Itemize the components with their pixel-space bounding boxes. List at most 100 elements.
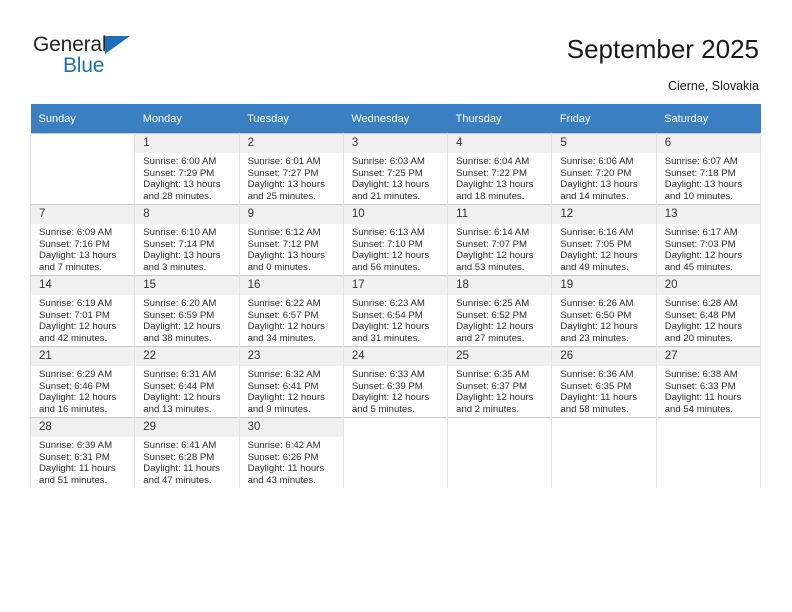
daylight-duration-line1: Daylight: 12 hours	[456, 392, 534, 404]
sunrise-time: Sunrise: 6:19 AM	[39, 298, 113, 309]
sunset-time: Sunset: 6:44 PM	[143, 380, 215, 392]
sunset-time: Sunset: 7:05 PM	[560, 238, 632, 250]
daylight-duration-line2: and 58 minutes.	[560, 403, 629, 415]
sunrise-time: Sunrise: 6:22 AM	[247, 298, 321, 309]
calendar-day-cell[interactable]: 7 Sunrise: 6:09 AM Sunset: 7:16 PM Daylight…	[29, 204, 136, 276]
calendar-day-cell[interactable]: 9 Sunrise: 6:12 AM Sunset: 7:12 PM Daylight…	[238, 204, 344, 276]
calendar-cell-inner: 18 Sunrise: 6:25 AM Sunset: 6:52 PM Dayligh…	[448, 276, 552, 346]
daylight-duration-line1: Daylight: 12 hours	[351, 392, 430, 404]
page-subtitle-location: Cierne, Slovakia	[667, 79, 759, 93]
calendar-day-cell[interactable]: 6 Sunrise: 6:07 AM Sunset: 7:18 PM Daylight…	[655, 133, 762, 205]
calendar-day-cell[interactable]: 17 Sunrise: 6:23 AM Sunset: 6:54 PM Dayligh…	[342, 275, 449, 347]
daylight-duration-line2: and 2 minutes.	[456, 403, 520, 415]
calendar-cell-inner: 30 Sunrise: 6:42 AM Sunset: 6:26 PM Dayligh…	[239, 418, 343, 488]
sunrise-time: Sunrise: 6:39 AM	[39, 440, 113, 451]
calendar-day-cell[interactable]: 21 Sunrise: 6:29 AM Sunset: 6:46 PM Dayligh…	[29, 346, 136, 418]
daylight-duration-line2: and 10 minutes.	[664, 190, 733, 202]
calendar-cell-inner	[656, 418, 760, 488]
calendar-day-cell[interactable]: 29 Sunrise: 6:41 AM Sunset: 6:28 PM Dayligh…	[134, 417, 240, 488]
day-details: Sunrise: 6:33 AM Sunset: 6:39 PM Daylight:…	[344, 366, 447, 415]
day-details: Sunrise: 6:36 AM Sunset: 6:35 PM Daylight:…	[552, 366, 655, 415]
weekday-header-tuesday: Tuesday	[239, 104, 344, 134]
calendar-day-cell[interactable]: 27 Sunrise: 6:38 AM Sunset: 6:33 PM Dayligh…	[655, 346, 762, 418]
daylight-duration-line1: Daylight: 11 hours	[39, 463, 116, 475]
daylight-duration-line1: Daylight: 11 hours	[560, 392, 638, 404]
calendar-day-cell[interactable]: 20 Sunrise: 6:28 AM Sunset: 6:48 PM Dayligh…	[655, 275, 762, 347]
calendar-cell-inner: 24 Sunrise: 6:33 AM Sunset: 6:39 PM Dayligh…	[343, 347, 448, 417]
calendar-day-cell[interactable]: 19 Sunrise: 6:26 AM Sunset: 6:50 PM Dayligh…	[551, 275, 657, 347]
calendar-cell-empty	[551, 417, 657, 488]
day-number: 4	[448, 134, 552, 153]
sunrise-time: Sunrise: 6:14 AM	[456, 227, 530, 238]
day-details: Sunrise: 6:09 AM Sunset: 7:16 PM Daylight:…	[31, 224, 134, 273]
daylight-duration-line2: and 54 minutes.	[664, 403, 733, 415]
daylight-duration-line1: Daylight: 13 hours	[39, 250, 117, 262]
calendar-day-cell[interactable]: 13 Sunrise: 6:17 AM Sunset: 7:03 PM Dayligh…	[655, 204, 762, 276]
weekday-header-thursday: Thursday	[447, 104, 552, 134]
weekday-header-friday: Friday	[551, 104, 657, 134]
day-details: Sunrise: 6:14 AM Sunset: 7:07 PM Daylight:…	[448, 224, 551, 273]
sunrise-time: Sunrise: 6:36 AM	[560, 369, 634, 380]
day-details: Sunrise: 6:41 AM Sunset: 6:28 PM Daylight:…	[135, 437, 238, 486]
sunrise-time: Sunrise: 6:03 AM	[351, 156, 425, 167]
calendar-day-cell[interactable]: 12 Sunrise: 6:16 AM Sunset: 7:05 PM Dayligh…	[551, 204, 657, 276]
calendar-day-cell[interactable]: 8 Sunrise: 6:10 AM Sunset: 7:14 PM Daylight…	[134, 204, 240, 276]
daylight-duration-line1: Daylight: 12 hours	[351, 321, 430, 333]
calendar-cell-inner	[31, 134, 135, 204]
sunset-time: Sunset: 6:41 PM	[247, 380, 319, 392]
sunrise-time: Sunrise: 6:09 AM	[39, 227, 113, 238]
calendar-cell-inner	[448, 418, 552, 488]
sunset-time: Sunset: 6:39 PM	[351, 380, 423, 392]
daylight-duration-line1: Daylight: 13 hours	[247, 250, 325, 262]
day-number: 13	[656, 205, 760, 224]
calendar-cell-inner: 9 Sunrise: 6:12 AM Sunset: 7:12 PM Daylight…	[239, 205, 343, 275]
daylight-duration-line1: Daylight: 12 hours	[39, 321, 117, 333]
sunset-time: Sunset: 7:03 PM	[664, 238, 736, 250]
calendar-day-cell[interactable]: 10 Sunrise: 6:13 AM Sunset: 7:10 PM Dayligh…	[342, 204, 449, 276]
calendar-cell-inner: 3 Sunrise: 6:03 AM Sunset: 7:25 PM Daylight…	[343, 134, 448, 204]
daylight-duration-line2: and 21 minutes.	[351, 190, 421, 202]
calendar-day-cell[interactable]: 18 Sunrise: 6:25 AM Sunset: 6:52 PM Dayligh…	[447, 275, 553, 347]
calendar-day-cell[interactable]: 1 Sunrise: 6:00 AM Sunset: 7:29 PM Daylight…	[134, 133, 240, 205]
sunrise-time: Sunrise: 6:29 AM	[39, 369, 113, 380]
day-details: Sunrise: 6:29 AM Sunset: 6:46 PM Daylight:…	[31, 366, 134, 415]
calendar-day-cell[interactable]: 24 Sunrise: 6:33 AM Sunset: 6:39 PM Dayligh…	[342, 346, 449, 418]
calendar-cell-inner: 6 Sunrise: 6:07 AM Sunset: 7:18 PM Daylight…	[656, 134, 760, 204]
calendar-week-row: 1 Sunrise: 6:00 AM Sunset: 7:29 PM Daylight…	[29, 133, 762, 205]
calendar-day-cell[interactable]: 2 Sunrise: 6:01 AM Sunset: 7:27 PM Daylight…	[238, 133, 344, 205]
calendar-day-cell[interactable]: 22 Sunrise: 6:31 AM Sunset: 6:44 PM Dayligh…	[134, 346, 240, 418]
calendar-day-cell[interactable]: 25 Sunrise: 6:35 AM Sunset: 6:37 PM Dayligh…	[447, 346, 553, 418]
calendar-cell-inner: 22 Sunrise: 6:31 AM Sunset: 6:44 PM Dayligh…	[135, 347, 239, 417]
sunset-time: Sunset: 7:12 PM	[247, 238, 319, 250]
sunrise-time: Sunrise: 6:20 AM	[143, 298, 217, 309]
day-details: Sunrise: 6:04 AM Sunset: 7:22 PM Daylight:…	[448, 153, 551, 202]
general-blue-logo[interactable]: General Blue	[33, 33, 233, 81]
sunrise-time: Sunrise: 6:12 AM	[247, 227, 321, 238]
calendar-day-cell[interactable]: 4 Sunrise: 6:04 AM Sunset: 7:22 PM Daylight…	[447, 133, 553, 205]
calendar-day-cell[interactable]: 30 Sunrise: 6:42 AM Sunset: 6:26 PM Dayligh…	[238, 417, 344, 488]
day-number: 30	[239, 418, 343, 437]
day-number: 21	[31, 347, 135, 366]
daylight-duration-line2: and 13 minutes.	[143, 403, 212, 415]
calendar-day-cell[interactable]: 11 Sunrise: 6:14 AM Sunset: 7:07 PM Dayligh…	[447, 204, 553, 276]
daylight-duration-line2: and 20 minutes.	[664, 332, 733, 344]
calendar-day-cell[interactable]: 5 Sunrise: 6:06 AM Sunset: 7:20 PM Daylight…	[551, 133, 657, 205]
daylight-duration-line2: and 18 minutes.	[456, 190, 525, 202]
day-number	[656, 418, 760, 437]
calendar-day-cell[interactable]: 28 Sunrise: 6:39 AM Sunset: 6:31 PM Dayligh…	[29, 417, 136, 488]
day-number: 29	[135, 418, 239, 437]
daylight-duration-line2: and 43 minutes.	[247, 474, 316, 486]
daylight-duration-line2: and 31 minutes.	[351, 332, 421, 344]
calendar-week-row: 28 Sunrise: 6:39 AM Sunset: 6:31 PM Dayligh…	[29, 417, 762, 488]
calendar-day-cell[interactable]: 23 Sunrise: 6:32 AM Sunset: 6:41 PM Dayligh…	[238, 346, 344, 418]
calendar-day-cell[interactable]: 15 Sunrise: 6:20 AM Sunset: 6:59 PM Dayligh…	[134, 275, 240, 347]
calendar-day-cell[interactable]: 3 Sunrise: 6:03 AM Sunset: 7:25 PM Daylight…	[342, 133, 449, 205]
daylight-duration-line1: Daylight: 12 hours	[143, 321, 221, 333]
calendar-cell-inner: 16 Sunrise: 6:22 AM Sunset: 6:57 PM Dayligh…	[239, 276, 343, 346]
calendar-week-row: 21 Sunrise: 6:29 AM Sunset: 6:46 PM Dayligh…	[29, 346, 762, 418]
calendar-day-cell[interactable]: 14 Sunrise: 6:19 AM Sunset: 7:01 PM Dayligh…	[29, 275, 136, 347]
calendar-day-cell[interactable]: 16 Sunrise: 6:22 AM Sunset: 6:57 PM Dayligh…	[238, 275, 344, 347]
calendar-day-cell[interactable]: 26 Sunrise: 6:36 AM Sunset: 6:35 PM Dayligh…	[551, 346, 657, 418]
daylight-duration-line1: Daylight: 13 hours	[560, 179, 638, 191]
logo-triangle-icon	[105, 36, 130, 54]
